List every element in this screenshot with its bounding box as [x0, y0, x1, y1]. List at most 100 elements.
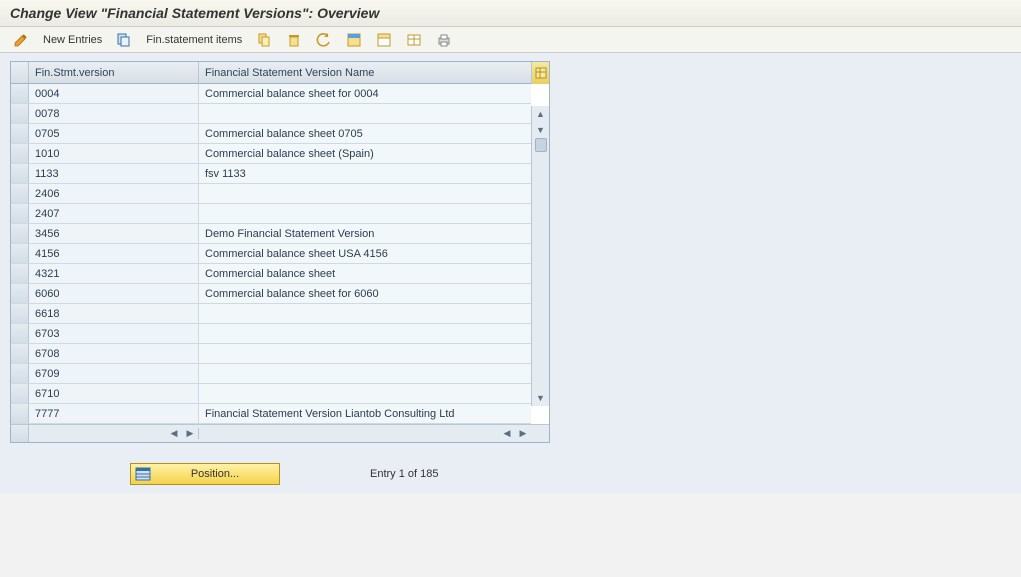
- name-cell[interactable]: [199, 104, 531, 123]
- name-cell[interactable]: [199, 204, 531, 223]
- row-selector[interactable]: [11, 264, 29, 283]
- name-cell[interactable]: fsv 1133: [199, 164, 531, 183]
- scroll-down-icon[interactable]: ▼: [532, 122, 549, 138]
- version-input[interactable]: [29, 144, 198, 163]
- scroll-thumb[interactable]: [535, 138, 547, 152]
- row-selector[interactable]: [11, 104, 29, 123]
- version-input[interactable]: [29, 124, 198, 143]
- name-cell[interactable]: Commercial balance sheet USA 4156: [199, 244, 531, 263]
- name-cell[interactable]: [199, 184, 531, 203]
- name-cell[interactable]: Commercial balance sheet (Spain): [199, 144, 531, 163]
- undo-button[interactable]: [311, 30, 337, 50]
- version-input[interactable]: [29, 324, 198, 343]
- version-input[interactable]: [29, 264, 198, 283]
- configure-columns-button[interactable]: [531, 62, 549, 84]
- name-cell[interactable]: Commercial balance sheet: [199, 264, 531, 283]
- row-selector[interactable]: [11, 344, 29, 363]
- hscroll-right-b-icon[interactable]: ▶: [515, 428, 531, 439]
- hscroll-left-b-icon[interactable]: ◀: [499, 428, 515, 439]
- col-header-name[interactable]: Financial Statement Version Name: [199, 62, 549, 83]
- version-cell[interactable]: [29, 264, 199, 283]
- row-selector[interactable]: [11, 304, 29, 323]
- version-cell[interactable]: [29, 184, 199, 203]
- version-cell[interactable]: [29, 204, 199, 223]
- delete-button[interactable]: [281, 30, 307, 50]
- deselect-all-button[interactable]: [371, 30, 397, 50]
- version-cell[interactable]: [29, 364, 199, 383]
- name-cell[interactable]: Commercial balance sheet for 0004: [199, 84, 531, 103]
- name-cell[interactable]: Demo Financial Statement Version: [199, 224, 531, 243]
- row-selector[interactable]: [11, 184, 29, 203]
- row-selector[interactable]: [11, 244, 29, 263]
- documents-icon: [256, 32, 272, 48]
- hscroll-left-a-icon[interactable]: ◀: [166, 428, 182, 439]
- row-selector[interactable]: [11, 224, 29, 243]
- new-entries-button[interactable]: New Entries: [38, 30, 107, 50]
- row-selector[interactable]: [11, 284, 29, 303]
- scroll-down2-icon[interactable]: ▼: [532, 390, 549, 406]
- col-header-version[interactable]: Fin.Stmt.version: [29, 62, 199, 83]
- copy-as-button[interactable]: [111, 30, 137, 50]
- version-input[interactable]: [29, 284, 198, 303]
- version-cell[interactable]: [29, 344, 199, 363]
- version-input[interactable]: [29, 104, 198, 123]
- name-cell[interactable]: [199, 324, 531, 343]
- version-input[interactable]: [29, 204, 198, 223]
- version-input[interactable]: [29, 224, 198, 243]
- name-cell[interactable]: Commercial balance sheet for 6060: [199, 284, 531, 303]
- version-input[interactable]: [29, 84, 198, 103]
- version-cell[interactable]: [29, 244, 199, 263]
- name-cell[interactable]: Commercial balance sheet 0705: [199, 124, 531, 143]
- row-selector[interactable]: [11, 84, 29, 103]
- version-input[interactable]: [29, 244, 198, 263]
- name-cell[interactable]: [199, 384, 531, 403]
- version-cell[interactable]: [29, 404, 199, 423]
- version-cell[interactable]: [29, 164, 199, 183]
- version-input[interactable]: [29, 344, 198, 363]
- hscroll-right-a-icon[interactable]: ▶: [182, 428, 198, 439]
- toggle-change-button[interactable]: [8, 30, 34, 50]
- table-settings-button[interactable]: [401, 30, 427, 50]
- scroll-up-icon[interactable]: ▲: [532, 106, 549, 122]
- page-title: Change View "Financial Statement Version…: [0, 0, 1021, 27]
- row-selector[interactable]: [11, 124, 29, 143]
- position-button[interactable]: Position...: [130, 463, 280, 485]
- name-cell[interactable]: [199, 344, 531, 363]
- version-cell[interactable]: [29, 104, 199, 123]
- version-cell[interactable]: [29, 304, 199, 323]
- select-all-button[interactable]: [341, 30, 367, 50]
- table-header: Fin.Stmt.version Financial Statement Ver…: [11, 62, 549, 84]
- print-button[interactable]: [431, 30, 457, 50]
- version-input[interactable]: [29, 184, 198, 203]
- row-selector[interactable]: [11, 364, 29, 383]
- fin-statement-items-button[interactable]: Fin.statement items: [141, 30, 247, 50]
- row-selector[interactable]: [11, 204, 29, 223]
- entry-status: Entry 1 of 185: [370, 468, 439, 480]
- version-cell[interactable]: [29, 124, 199, 143]
- table-row: [11, 204, 531, 224]
- version-cell[interactable]: [29, 284, 199, 303]
- version-input[interactable]: [29, 404, 198, 423]
- vertical-scrollbar[interactable]: ▲ ▼ ▼: [531, 106, 549, 406]
- version-input[interactable]: [29, 384, 198, 403]
- version-cell[interactable]: [29, 84, 199, 103]
- name-cell[interactable]: [199, 304, 531, 323]
- row-selector[interactable]: [11, 164, 29, 183]
- row-selector[interactable]: [11, 384, 29, 403]
- row-selector[interactable]: [11, 324, 29, 343]
- copy-button[interactable]: [251, 30, 277, 50]
- version-cell[interactable]: [29, 324, 199, 343]
- version-cell[interactable]: [29, 384, 199, 403]
- horizontal-scrollbar[interactable]: ◀ ▶ ◀ ▶: [11, 424, 549, 442]
- name-cell[interactable]: [199, 364, 531, 383]
- name-cell[interactable]: Financial Statement Version Liantob Cons…: [199, 404, 531, 423]
- version-input[interactable]: [29, 164, 198, 183]
- version-input[interactable]: [29, 304, 198, 323]
- version-input[interactable]: [29, 364, 198, 383]
- footer: Position... Entry 1 of 185: [10, 443, 1011, 485]
- row-selector[interactable]: [11, 404, 29, 423]
- row-selector[interactable]: [11, 144, 29, 163]
- version-cell[interactable]: [29, 224, 199, 243]
- select-all-header[interactable]: [11, 62, 29, 83]
- version-cell[interactable]: [29, 144, 199, 163]
